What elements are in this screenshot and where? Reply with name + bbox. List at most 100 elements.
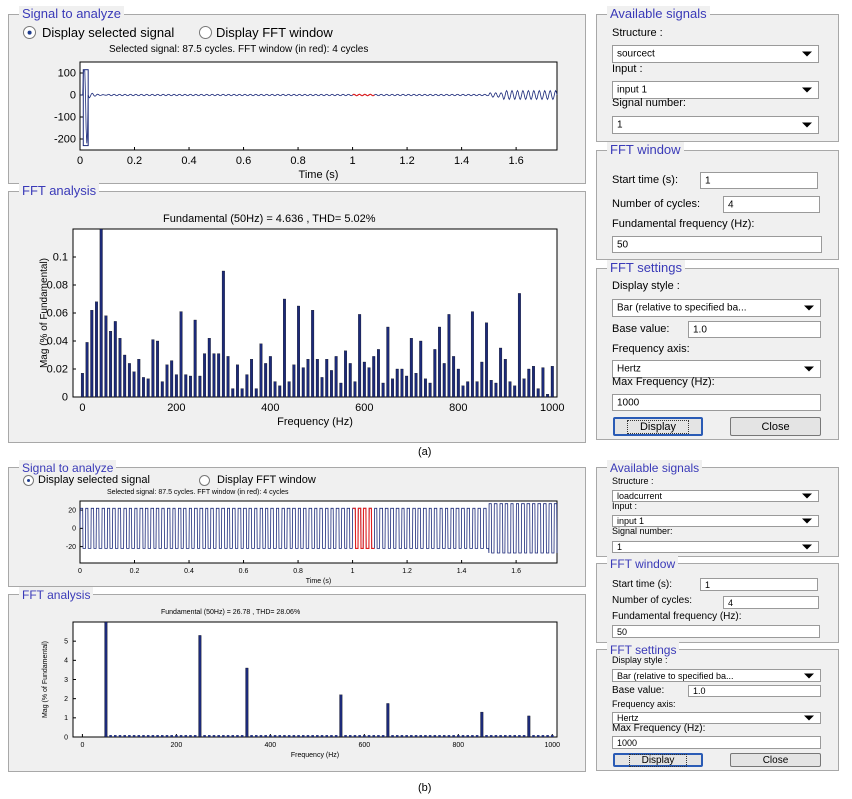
max-freq-input-a[interactable]: 1000 [612,394,821,411]
fft-bar [160,381,164,398]
display-style-dropdown-b[interactable]: Bar (relative to specified ba... [612,669,821,682]
fft-baseline-bar [419,735,423,737]
fft-baseline-bar [344,735,347,737]
fft-baseline-bar [156,735,159,737]
fund-freq-label-b: Fundamental frequency (Hz): [612,611,742,622]
signal-number-value-a: 1 [617,119,623,131]
fft-bar [297,305,300,398]
display-button-label-b: Display [628,753,688,767]
structure-dropdown-a[interactable]: sourcect [612,45,819,63]
cycles-value-a: 4 [728,199,734,210]
fft-bar [113,321,117,398]
fft-bar [541,367,545,398]
fft-baseline-bar [485,735,488,737]
freq-axis-value-a: Hertz [617,363,641,375]
start-time-input-b[interactable]: 1 [700,578,818,591]
fft-window-waveform [352,507,375,549]
fft-bar [226,356,230,398]
close-button-a[interactable]: Close [730,417,821,436]
x-tick-label: 1.2 [399,155,414,167]
fft-baseline-bar [217,735,220,737]
chevron-down-icon [802,122,812,128]
fft-bar [80,373,84,398]
cycles-input-a[interactable]: 4 [723,196,820,213]
fft-baseline-bar [475,735,479,737]
fft-bar [217,353,221,398]
fft-bar [362,361,366,398]
cycles-input-b[interactable]: 4 [723,596,819,609]
fund-freq-value-b: 50 [617,626,628,637]
available-signals-title-b: Available signals [607,460,703,476]
fft-baseline-bar [433,735,437,737]
fft-bar [532,366,535,398]
max-freq-input-b[interactable]: 1000 [612,736,821,749]
fft-bar [358,314,362,398]
structure-dropdown-b[interactable]: loadcurrent [612,490,819,502]
chevron-down-icon [804,366,814,372]
fft-baseline-bar [424,735,427,737]
fft-bar [461,385,465,398]
fft-baseline-bar [381,735,385,737]
signal-number-dropdown-b[interactable]: 1 [612,541,819,553]
signal-number-dropdown-a[interactable]: 1 [612,116,819,134]
x-tick-label: 200 [171,742,183,749]
fft-bar [301,367,305,398]
fft-baseline-bar [132,735,136,737]
fund-freq-input-a[interactable]: 50 [612,236,822,253]
fft-baseline-bar [142,735,145,737]
fft-bar [278,385,282,398]
fft-baseline-bar [240,735,244,737]
base-value-input-a[interactable]: 1.0 [688,321,821,338]
fft-bar [367,367,371,398]
fft-bar [179,311,183,398]
fft-baseline-bar [400,735,404,737]
y-axis-label: Mag (% of Fundamental) [39,258,50,368]
fft-baseline-bar [259,735,263,737]
fft-baseline-bar [377,735,380,737]
fft-bar [207,338,211,398]
x-tick-label: 400 [265,742,277,749]
y-tick-label: 0 [70,90,76,102]
fft-baseline-bar [546,735,549,737]
fft-settings-group-a: FFT settings Display style : Bar (relati… [596,260,839,440]
max-freq-value-a: 1000 [617,397,640,408]
y-tick-label: 100 [58,68,76,80]
start-time-input-a[interactable]: 1 [700,172,818,189]
fft-baseline-bar [273,735,277,737]
fft-bar [428,382,432,398]
x-tick-label: 0 [77,155,83,167]
fft-baseline-bar [316,735,319,737]
fft-baseline-bar [311,735,314,737]
fft-bar [344,350,347,398]
fft-settings-group-b: FFT settings Display style : Bar (relati… [596,642,839,771]
x-axis-label: Time (s) [299,169,339,181]
fft-bar [550,366,554,398]
x-tick-label: 600 [355,402,373,414]
close-button-b[interactable]: Close [730,753,821,767]
y-tick-label: 20 [68,507,76,514]
y-tick-label: 5 [64,639,68,646]
fft-baseline-bar [499,735,502,737]
x-tick-label: 0.2 [127,155,142,167]
fft-bar [127,363,131,398]
fft-bar [409,338,413,398]
base-value-input-b[interactable]: 1.0 [688,685,821,697]
fft-bar [189,375,192,398]
display-button-b[interactable]: Display [613,753,703,767]
fft-bar [292,364,296,398]
x-tick-label: 0 [79,402,85,414]
fft-bar [85,342,89,398]
display-style-dropdown-a[interactable]: Bar (relative to specified ba... [612,299,821,317]
display-button-a[interactable]: Display [613,417,703,436]
base-value-value-b: 1.0 [693,686,706,696]
display-style-value-a: Bar (relative to specified ba... [617,302,747,314]
fft-baseline-bar [428,735,432,737]
fft-bar [311,310,315,398]
x-tick-label: 200 [167,402,185,414]
fft-bar [485,322,488,398]
structure-label-b: Structure : [612,476,654,486]
structure-value-b: loadcurrent [617,491,663,501]
fund-freq-input-b[interactable]: 50 [612,625,820,638]
fft-bar [452,356,456,398]
freq-axis-label-b: Frequency axis: [612,699,676,709]
